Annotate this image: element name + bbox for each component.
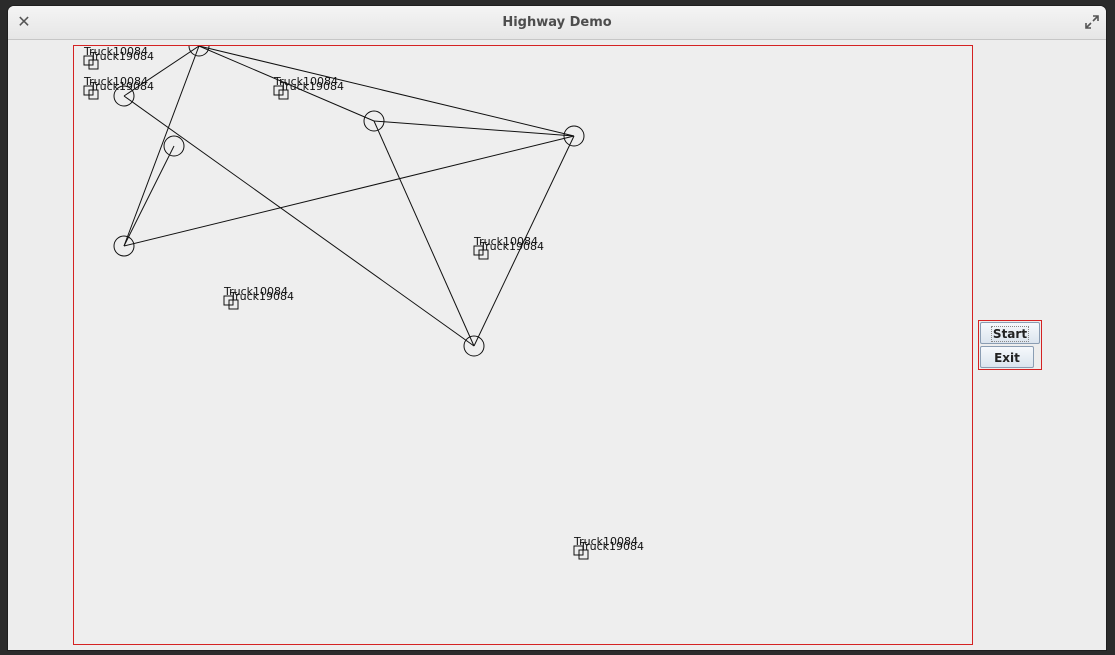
control-panel: Start Exit [978, 320, 1042, 370]
truck-marker: Truck10084 Truck19084 [223, 285, 294, 310]
truck-label-b: Truck19084 [279, 80, 344, 93]
highway-canvas: Truck10084 Truck19084 Truck10084 Truck19… [73, 45, 973, 645]
highway-graph: Truck10084 Truck19084 Truck10084 Truck19… [83, 46, 644, 560]
graph-edge [123, 135, 575, 247]
truck-marker: Truck10084 Truck19084 [273, 75, 344, 100]
graph-edge [198, 46, 575, 137]
truck-marker: Truck10084 Truck19084 [83, 75, 154, 100]
graph-edge [123, 95, 475, 347]
title-bar: ✕ Highway Demo [8, 6, 1106, 40]
truck-marker: Truck10084 Truck19084 [573, 535, 644, 560]
start-button-label: Start [990, 326, 1030, 342]
truck-label-b: Truck19084 [89, 50, 154, 63]
truck-label-b: Truck19084 [89, 80, 154, 93]
truck-marker: Truck10084 Truck19084 [83, 46, 154, 70]
window-title: Highway Demo [502, 15, 612, 30]
graph-edges [123, 46, 575, 347]
truck-marker: Truck10084 Truck19084 [473, 235, 544, 260]
graph-nodes [113, 46, 585, 357]
app-window: ✕ Highway Demo Truck10084 Truck19084 Tru… [8, 6, 1106, 650]
graph-edge [373, 120, 475, 347]
graph-edge [123, 145, 175, 247]
truck-label-b: Truck19084 [579, 540, 644, 553]
truck-label-b: Truck19084 [229, 290, 294, 303]
exit-button[interactable]: Exit [980, 346, 1034, 368]
start-button[interactable]: Start [980, 322, 1040, 344]
maximize-icon[interactable] [1084, 14, 1100, 30]
truck-label-b: Truck19084 [479, 240, 544, 253]
